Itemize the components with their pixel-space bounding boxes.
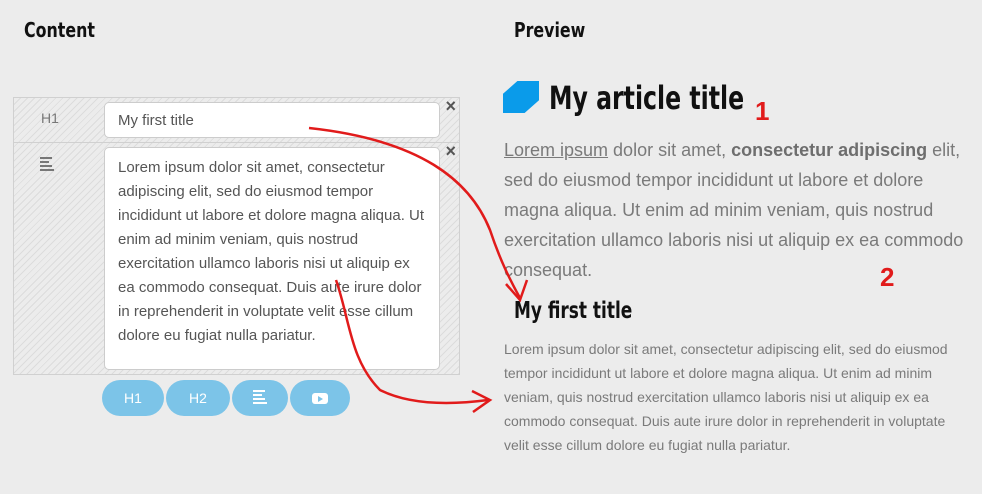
arrow-text-head [471, 389, 493, 414]
intro-link[interactable]: Lorem ipsum [504, 140, 608, 160]
paragraph-icon [40, 157, 54, 173]
h1-block: H1 × [14, 97, 459, 143]
preview-block-title: My first title [514, 298, 633, 324]
add-h2-button[interactable]: H2 [166, 380, 230, 416]
content-editor: H1 × Lorem ipsum dolor sit amet, consect… [13, 97, 460, 375]
preview-block-text: Lorem ipsum dolor sit amet, consectetur … [504, 341, 948, 453]
h1-block-label: H1 [41, 110, 59, 126]
article-title: My article title [549, 79, 745, 117]
logo-icon [503, 81, 539, 113]
add-h1-button[interactable]: H1 [102, 380, 164, 416]
content-heading: Content [24, 18, 95, 42]
article-intro: Lorem ipsum dolor sit amet, consectetur … [504, 140, 964, 280]
annotation-1: 1 [755, 96, 770, 126]
paragraph-textarea[interactable]: Lorem ipsum dolor sit amet, consectetur … [104, 147, 440, 370]
annotation-2: 2 [880, 262, 895, 292]
video-icon [312, 392, 328, 404]
remove-paragraph-block-icon[interactable]: × [445, 142, 456, 160]
paragraph-block: Lorem ipsum dolor sit amet, consectetur … [14, 142, 459, 374]
add-paragraph-button[interactable] [232, 380, 288, 416]
remove-h1-block-icon[interactable]: × [445, 97, 456, 115]
paragraph-icon [253, 390, 267, 406]
intro-bold-text: consectetur adipiscing [731, 140, 928, 160]
title-input[interactable] [104, 102, 440, 138]
block-toolbar: H1 H2 [102, 380, 352, 416]
add-video-button[interactable] [290, 380, 350, 416]
preview-heading: Preview [514, 18, 586, 42]
